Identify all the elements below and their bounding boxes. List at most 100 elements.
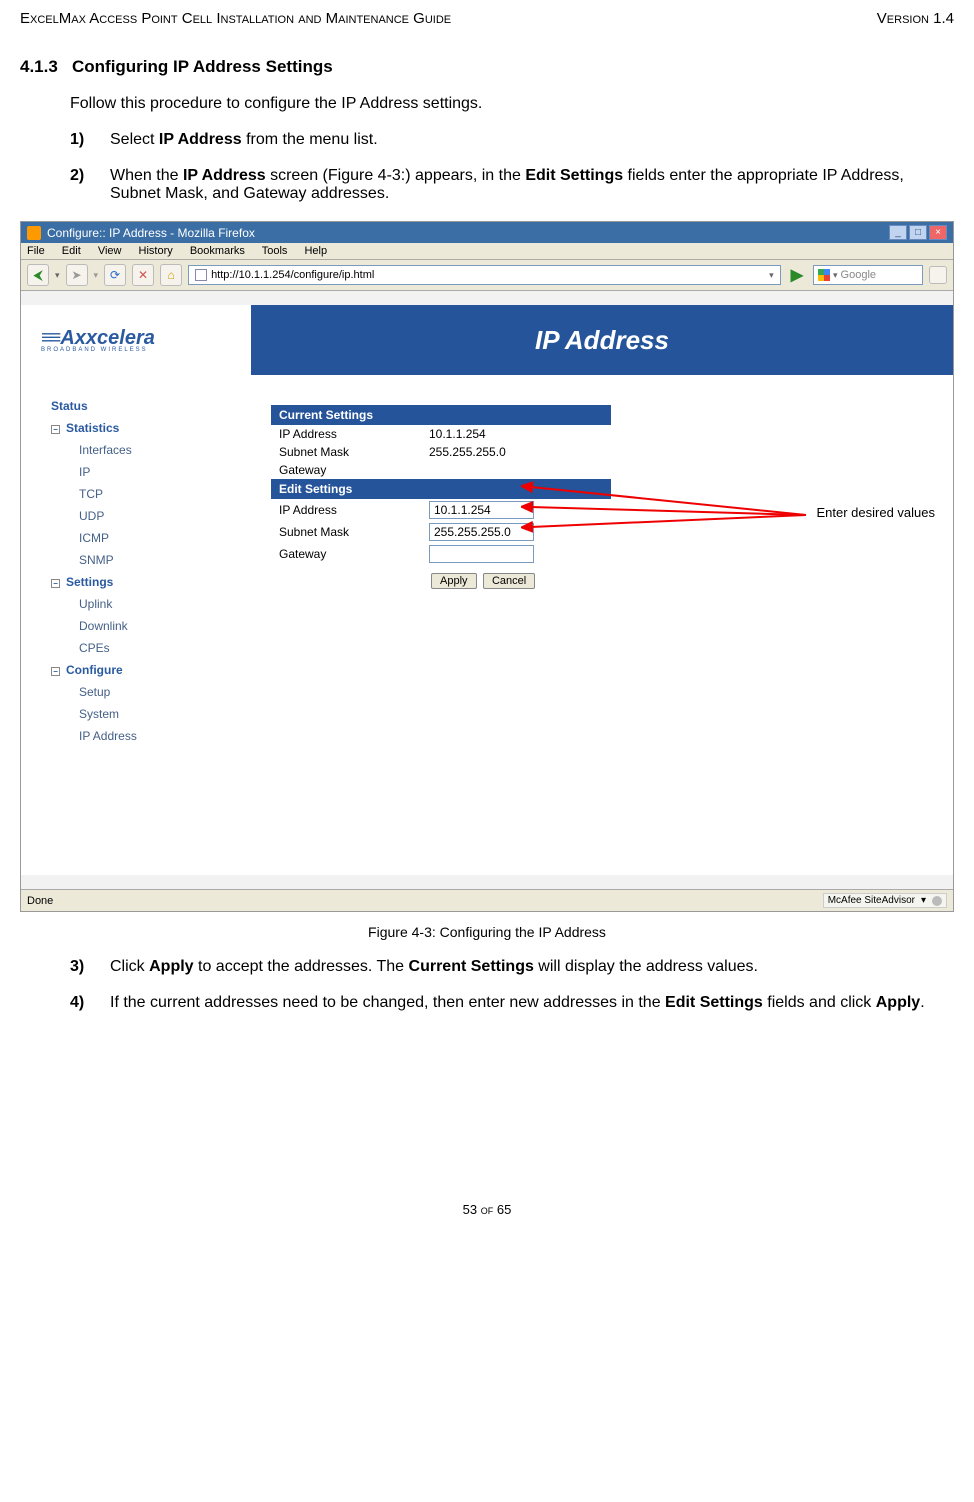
section-title: Configuring IP Address Settings (72, 57, 333, 76)
url-dropdown-icon[interactable]: ▾ (769, 270, 774, 281)
search-submit-icon[interactable] (929, 266, 947, 284)
field-label: Subnet Mask (279, 445, 429, 459)
gateway-input[interactable] (429, 545, 534, 563)
nav-interfaces[interactable]: Interfaces (51, 439, 241, 461)
ip-address-input[interactable] (429, 501, 534, 519)
step-content: Select IP Address from the menu list. (110, 131, 954, 149)
page-icon (195, 269, 207, 281)
page-title-banner: IP Address (251, 305, 953, 375)
go-button[interactable]: ▶ (787, 265, 807, 285)
forward-dropdown-icon: ▾ (94, 270, 99, 281)
sidebar: Status −Statistics Interfaces IP TCP UDP… (21, 375, 251, 845)
nav-setup[interactable]: Setup (51, 681, 241, 703)
url-text: http://10.1.1.254/configure/ip.html (211, 269, 374, 281)
step-content: Click Apply to accept the addresses. The… (110, 958, 954, 976)
page-footer: 53 of 65 (20, 1202, 954, 1217)
nav-ip-address[interactable]: IP Address (51, 725, 241, 747)
firefox-icon (27, 226, 41, 240)
siteadvisor-badge[interactable]: McAfee SiteAdvisor ▾ (823, 893, 947, 908)
status-dot-icon (932, 896, 942, 906)
nav-downlink[interactable]: Downlink (51, 615, 241, 637)
app-banner: Axxcelera BROADBAND WIRELESS IP Address (21, 305, 953, 375)
current-gateway-row: Gateway (271, 461, 631, 479)
stop-button[interactable]: ✕ (132, 264, 154, 286)
step-number: 3) (70, 958, 110, 976)
toolbar-separator (21, 291, 953, 305)
dropdown-icon: ▾ (921, 895, 926, 906)
step-number: 4) (70, 994, 110, 1012)
button-row: Apply Cancel (271, 565, 933, 589)
field-label: Gateway (279, 463, 429, 477)
logo-text: Axxcelera (41, 327, 155, 349)
nav-settings[interactable]: −Settings (51, 571, 241, 593)
status-text: Done (27, 895, 53, 907)
step-content: When the IP Address screen (Figure 4-3:)… (110, 167, 954, 203)
field-value: 255.255.255.0 (429, 445, 506, 459)
close-button[interactable]: × (929, 225, 947, 240)
url-bar[interactable]: http://10.1.1.254/configure/ip.html ▾ (188, 265, 781, 285)
nav-snmp[interactable]: SNMP (51, 549, 241, 571)
minimize-button[interactable]: _ (889, 225, 907, 240)
menu-view[interactable]: View (98, 245, 122, 257)
nav-udp[interactable]: UDP (51, 505, 241, 527)
nav-icmp[interactable]: ICMP (51, 527, 241, 549)
nav-system[interactable]: System (51, 703, 241, 725)
menu-file[interactable]: File (27, 245, 45, 257)
menu-edit[interactable]: Edit (62, 245, 81, 257)
cancel-button[interactable]: Cancel (483, 573, 535, 589)
forward-button[interactable]: ➤ (66, 264, 88, 286)
menu-tools[interactable]: Tools (262, 245, 288, 257)
field-label: Subnet Mask (279, 525, 429, 539)
apply-button[interactable]: Apply (431, 573, 477, 589)
nav-statistics[interactable]: −Statistics (51, 417, 241, 439)
app-body: Status −Statistics Interfaces IP TCP UDP… (21, 375, 953, 845)
field-label: Gateway (279, 547, 429, 561)
menu-bookmarks[interactable]: Bookmarks (190, 245, 245, 257)
nav-status[interactable]: Status (51, 395, 241, 417)
browser-statusbar: Done McAfee SiteAdvisor ▾ (21, 889, 953, 911)
search-bar[interactable]: ▾ Google (813, 265, 923, 285)
back-dropdown-icon[interactable]: ▾ (55, 270, 60, 281)
current-mask-row: Subnet Mask 255.255.255.0 (271, 443, 631, 461)
search-placeholder: Google (841, 269, 876, 281)
google-icon (818, 269, 830, 281)
maximize-button[interactable]: □ (909, 225, 927, 240)
field-value: 10.1.1.254 (429, 427, 486, 441)
section-heading: 4.1.3 Configuring IP Address Settings (20, 57, 954, 77)
back-button[interactable]: ⮜ (27, 264, 49, 286)
step-content: If the current addresses need to be chan… (110, 994, 954, 1012)
collapse-icon[interactable]: − (51, 579, 60, 588)
browser-menubar: File Edit View History Bookmarks Tools H… (21, 243, 953, 260)
nav-cpes[interactable]: CPEs (51, 637, 241, 659)
browser-toolbar: ⮜ ▾ ➤ ▾ ⟳ ✕ ⌂ http://10.1.1.254/configur… (21, 260, 953, 291)
section-number: 4.1.3 (20, 57, 58, 76)
nav-configure[interactable]: −Configure (51, 659, 241, 681)
edit-mask-row: Subnet Mask (271, 521, 631, 543)
nav-ip[interactable]: IP (51, 461, 241, 483)
reload-button[interactable]: ⟳ (104, 264, 126, 286)
annotation-text: Enter desired values (816, 505, 935, 520)
step-2: 2) When the IP Address screen (Figure 4-… (70, 167, 954, 203)
subnet-mask-input[interactable] (429, 523, 534, 541)
collapse-icon[interactable]: − (51, 425, 60, 434)
collapse-icon[interactable]: − (51, 667, 60, 676)
page-title: IP Address (535, 325, 669, 356)
window-title: Configure:: IP Address - Mozilla Firefox (47, 226, 255, 240)
nav-tcp[interactable]: TCP (51, 483, 241, 505)
doc-header: ExcelMax Access Point Cell Installation … (20, 10, 954, 27)
search-engine-dropdown-icon[interactable]: ▾ (833, 270, 838, 281)
figure-screenshot: Configure:: IP Address - Mozilla Firefox… (20, 221, 954, 912)
field-label: IP Address (279, 427, 429, 441)
menu-history[interactable]: History (139, 245, 173, 257)
edit-gateway-row: Gateway (271, 543, 631, 565)
bottom-strip (21, 875, 953, 889)
menu-help[interactable]: Help (304, 245, 327, 257)
home-button[interactable]: ⌂ (160, 264, 182, 286)
section-intro: Follow this procedure to configure the I… (70, 95, 954, 113)
window-controls: _ □ × (889, 225, 947, 240)
step-1: 1) Select IP Address from the menu list. (70, 131, 954, 149)
main-content: Current Settings IP Address 10.1.1.254 S… (251, 375, 953, 845)
step-number: 1) (70, 131, 110, 149)
doc-title-right: Version 1.4 (877, 10, 954, 27)
nav-uplink[interactable]: Uplink (51, 593, 241, 615)
